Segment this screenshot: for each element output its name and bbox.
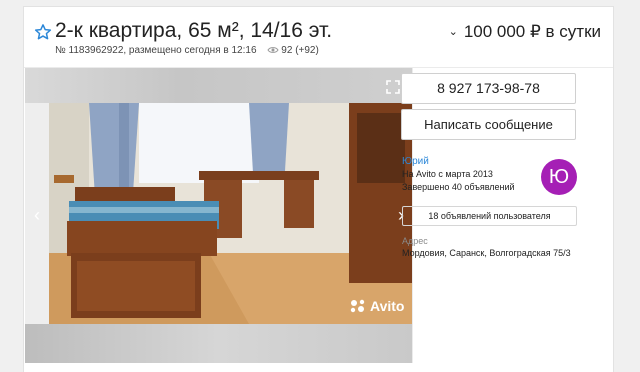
chevron-down-icon: ⌄ — [448, 26, 458, 38]
star-outline-icon[interactable] — [34, 23, 52, 41]
chevron-left-icon[interactable]: ‹ — [30, 206, 44, 224]
phone-button[interactable]: 8 927 173-98-78 — [401, 73, 576, 104]
write-message-button[interactable]: Написать сообщение — [401, 109, 576, 140]
gallery-blur-top — [25, 68, 412, 103]
address-value: Мордовия, Саранск, Волгоградская 75/3 — [402, 248, 571, 258]
listing-photo[interactable] — [49, 103, 412, 324]
avatar[interactable]: Ю — [541, 159, 577, 195]
price-value: 100 000 ₽ в сутки — [463, 22, 601, 41]
seller-since: На Avito с марта 2013 — [402, 169, 493, 179]
listing-title: 2-к квартира, 65 м², 14/16 эт. — [55, 19, 333, 42]
listing-meta: № 1183962922, размещено сегодня в 12:16 … — [55, 45, 319, 56]
price-selector[interactable]: ⌄ 100 000 ₽ в сутки — [449, 22, 601, 42]
user-ads-button[interactable]: 18 объявлений пользователя — [402, 206, 577, 226]
listing-card: 2-к квартира, 65 м², 14/16 эт. № 1183962… — [23, 6, 614, 372]
avito-watermark: Avito — [349, 298, 404, 314]
avito-logo-icon — [350, 299, 365, 313]
seller-name-link[interactable]: Юрий — [402, 156, 429, 167]
listing-number-posted: № 1183962922, размещено сегодня в 12:16 — [55, 45, 257, 56]
address-label: Адрес — [402, 236, 428, 246]
gallery-blur-bottom — [25, 324, 412, 363]
seller-completed: Завершено 40 объявлений — [402, 182, 515, 192]
eye-icon — [267, 47, 279, 54]
expand-icon[interactable] — [386, 80, 400, 94]
views-count: 92 (+92) — [281, 45, 319, 56]
watermark-text: Avito — [370, 298, 405, 314]
photo-gallery[interactable]: ‹ › Avito — [25, 68, 412, 363]
